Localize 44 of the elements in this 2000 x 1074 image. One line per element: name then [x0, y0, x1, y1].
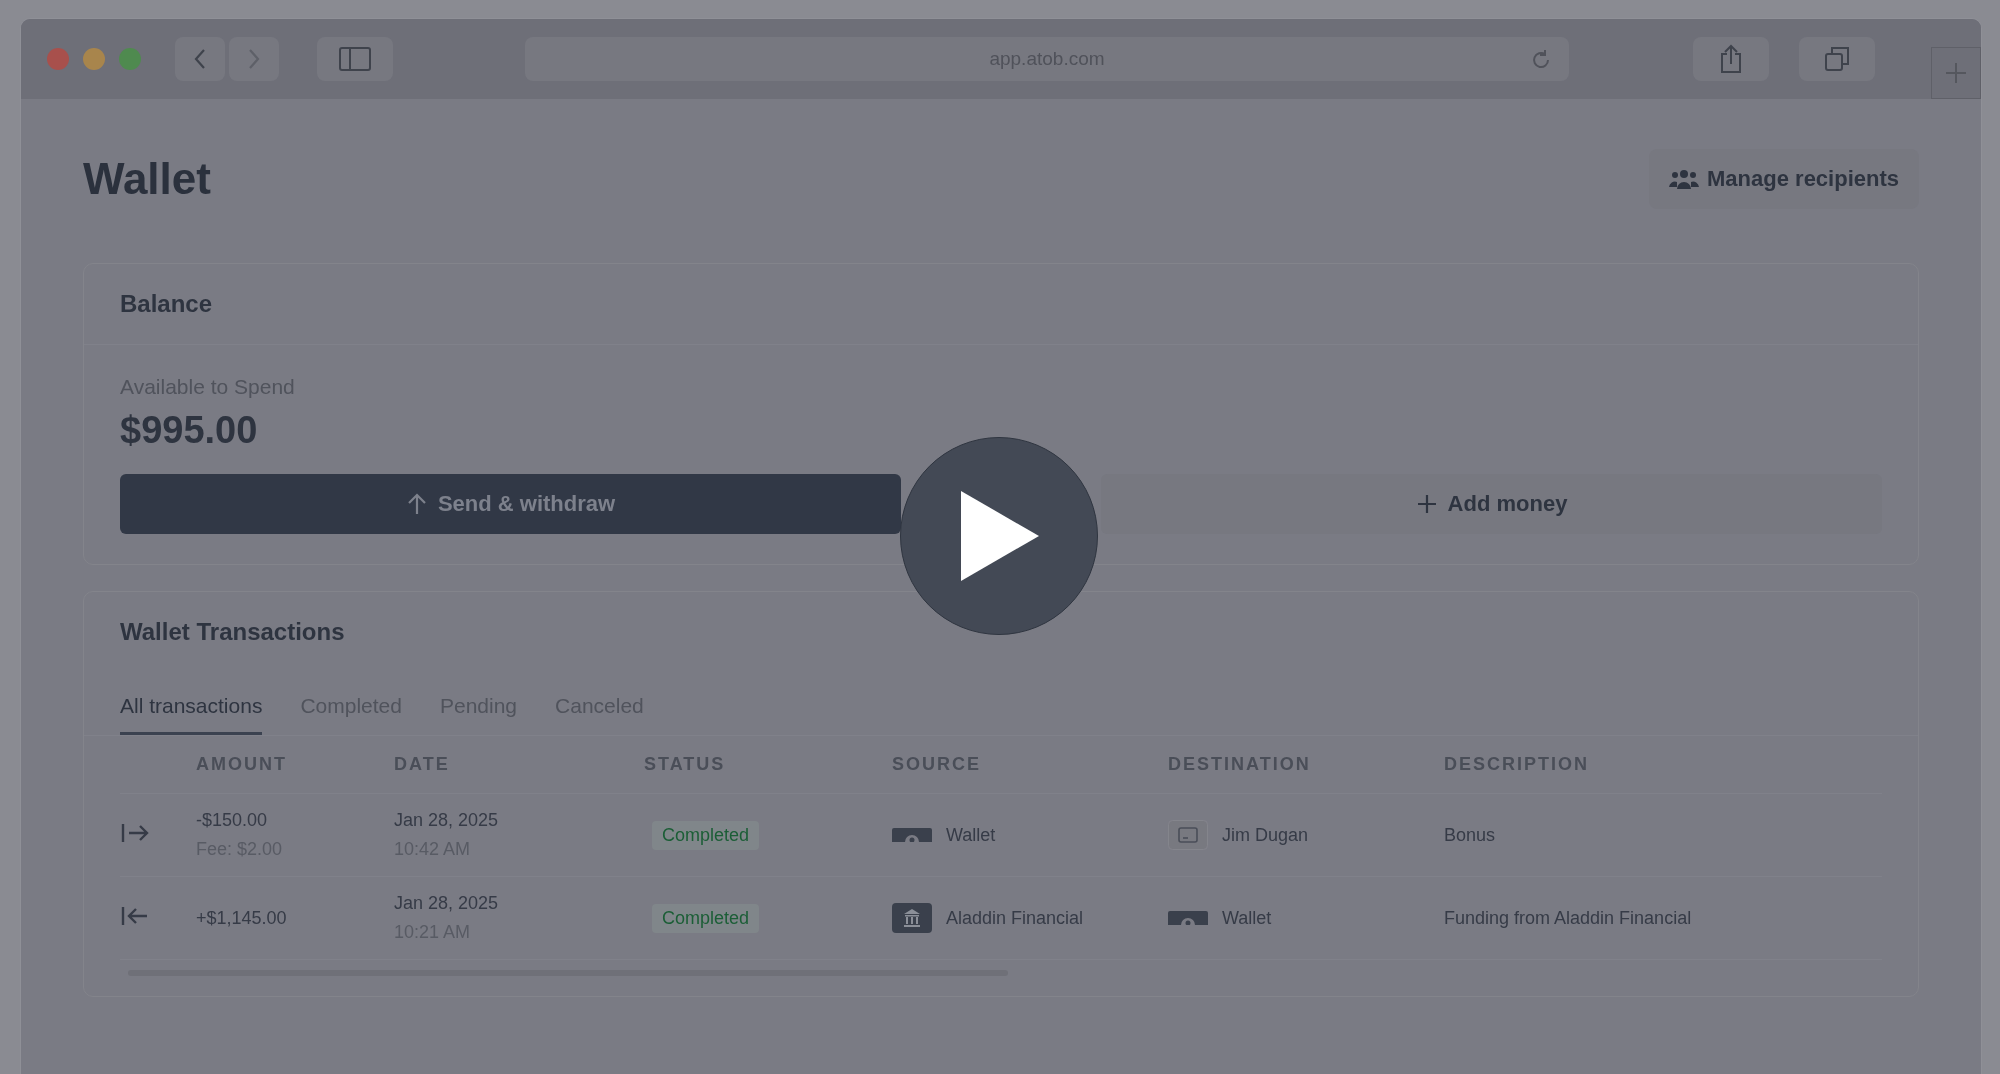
destination-name: Wallet: [1222, 907, 1272, 929]
receive-in-icon: [120, 904, 150, 928]
share-button[interactable]: [1693, 37, 1769, 81]
source-name: Aladdin Financial: [946, 907, 1084, 929]
date-text: Jan 28, 2025: [394, 810, 500, 831]
card-title: Wallet Transactions: [119, 617, 346, 647]
maximize-window-icon[interactable]: [119, 48, 141, 70]
tabs-icon: [1824, 46, 1850, 72]
manage-recipients-button[interactable]: Manage recipients: [1649, 149, 1919, 209]
close-window-icon[interactable]: [47, 48, 69, 70]
bank-icon: [892, 903, 932, 933]
new-tab-button[interactable]: [1931, 47, 1981, 99]
back-icon: [193, 48, 207, 70]
description-text: Bonus: [1444, 824, 1497, 846]
page-title: Wallet: [83, 154, 211, 204]
status-badge: Completed: [652, 820, 760, 850]
plus-icon: [1415, 493, 1438, 515]
amount-text: +$1,145.00: [196, 907, 288, 929]
amount-text: -$150.00: [196, 810, 269, 831]
play-icon: [959, 491, 1039, 581]
plus-icon: [1944, 61, 1968, 85]
forward-icon: [247, 48, 261, 70]
description-text: Funding from Aladdin Financial: [1444, 907, 1693, 929]
destination-name: Jim Dugan: [1222, 824, 1309, 846]
card-title: Balance: [119, 289, 214, 319]
wallet-icon: [892, 828, 932, 842]
source-name: Wallet: [946, 824, 996, 846]
filter-tab[interactable]: All transactions: [120, 686, 263, 735]
send-withdraw-button[interactable]: Send & withdraw: [120, 474, 901, 534]
sidebar-icon: [339, 47, 371, 71]
back-button[interactable]: [175, 37, 225, 81]
people-icon: [1669, 167, 1700, 191]
add-money-button[interactable]: Add money: [1101, 474, 1882, 534]
send-out-icon: [120, 821, 150, 845]
tabs-overview-button[interactable]: [1799, 37, 1875, 81]
wallet-icon: [1168, 911, 1208, 925]
sidebar-toggle-button[interactable]: [317, 37, 393, 81]
status-badge: Completed: [652, 903, 760, 933]
minimize-window-icon[interactable]: [83, 48, 105, 70]
date-text: Jan 28, 2025: [394, 893, 500, 914]
share-icon: [1719, 44, 1743, 74]
balance-amount: $995.00: [120, 409, 259, 452]
forward-button[interactable]: [229, 37, 279, 81]
card-icon: [1168, 820, 1208, 850]
